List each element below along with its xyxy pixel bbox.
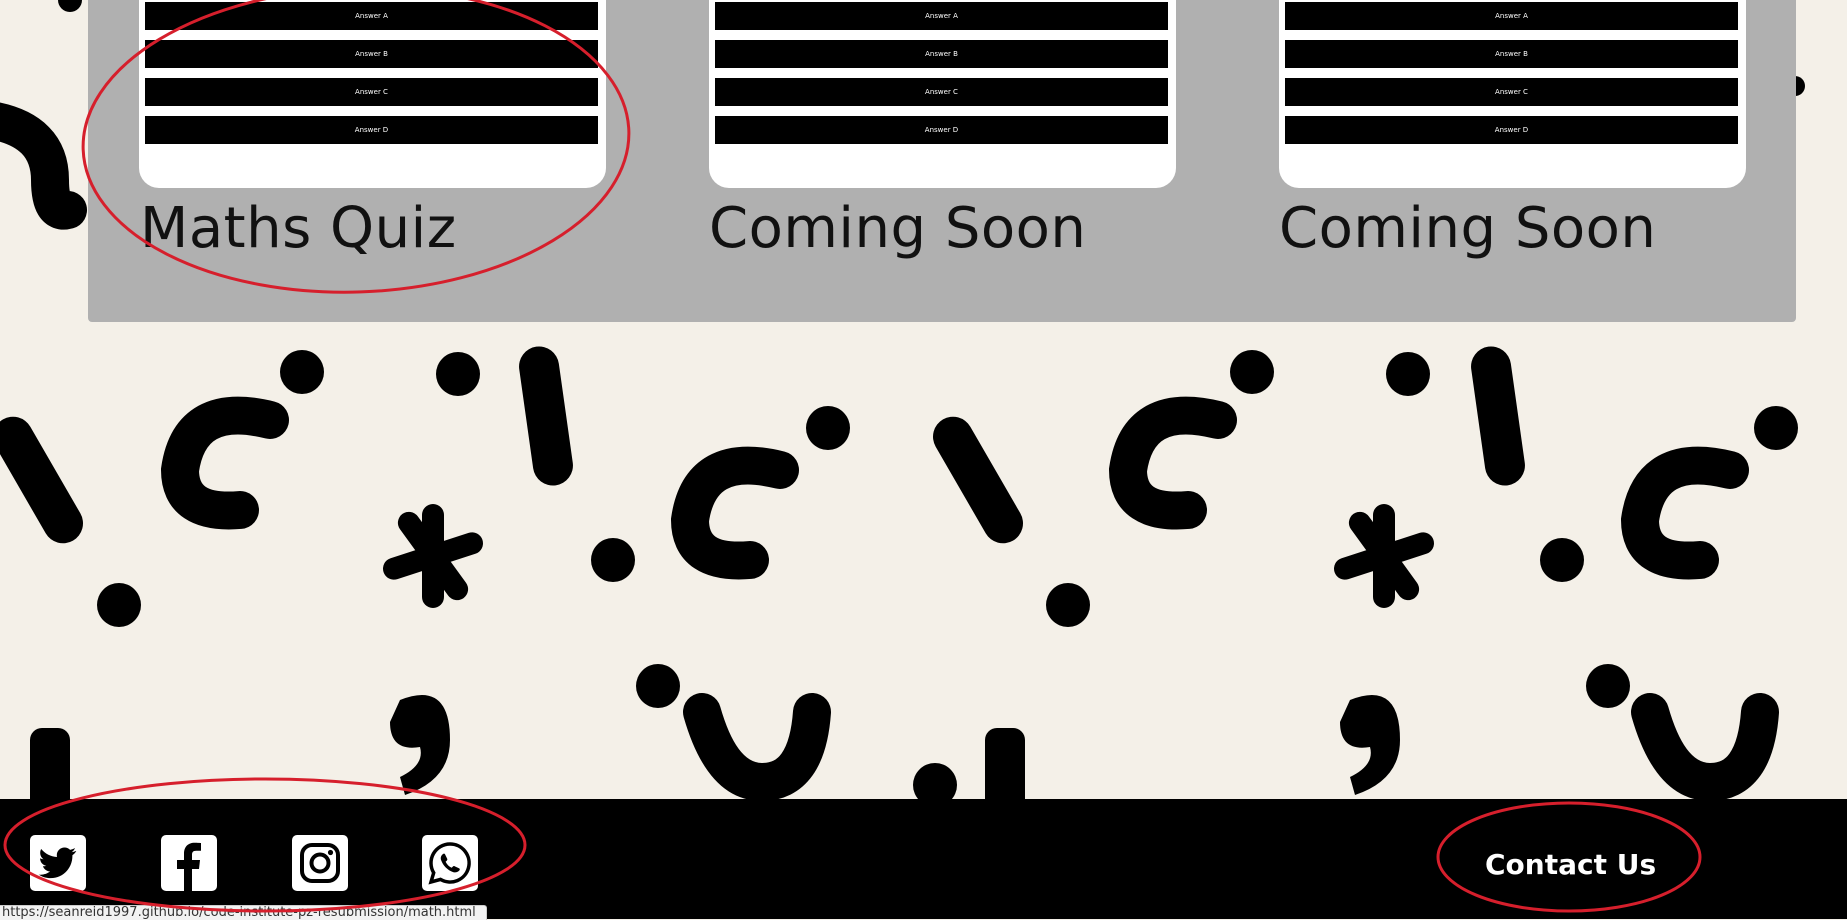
answer-c-button[interactable]: Answer C <box>1285 78 1738 106</box>
answer-d-button[interactable]: Answer D <box>145 116 598 144</box>
answer-d-button[interactable]: Answer D <box>715 116 1168 144</box>
quiz-card-coming-soon-2[interactable]: Answer A Answer B Answer C Answer D <box>1279 0 1746 188</box>
contact-us-link[interactable]: Contact Us <box>1485 848 1656 881</box>
status-bar-url: https://seanreid1997.github.io/code-inst… <box>0 905 487 920</box>
quiz-title-coming-soon-1: Coming Soon <box>709 196 1087 261</box>
answer-c-button[interactable]: Answer C <box>145 78 598 106</box>
instagram-icon[interactable] <box>292 835 348 891</box>
quiz-card-coming-soon-1[interactable]: Answer A Answer B Answer C Answer D <box>709 0 1176 188</box>
whatsapp-icon[interactable] <box>422 835 478 891</box>
answer-b-button[interactable]: Answer B <box>1285 40 1738 68</box>
answer-a-button[interactable]: Answer A <box>1285 2 1738 30</box>
quiz-card-maths[interactable]: Answer A Answer B Answer C Answer D <box>139 0 606 188</box>
facebook-icon[interactable] <box>161 835 217 891</box>
answer-a-button[interactable]: Answer A <box>145 2 598 30</box>
twitter-icon[interactable] <box>30 835 86 891</box>
answer-b-button[interactable]: Answer B <box>145 40 598 68</box>
answer-a-button[interactable]: Answer A <box>715 2 1168 30</box>
answer-c-button[interactable]: Answer C <box>715 78 1168 106</box>
quiz-title-coming-soon-2: Coming Soon <box>1279 196 1657 261</box>
quiz-title-maths[interactable]: Maths Quiz <box>140 196 457 261</box>
answer-b-button[interactable]: Answer B <box>715 40 1168 68</box>
answer-d-button[interactable]: Answer D <box>1285 116 1738 144</box>
